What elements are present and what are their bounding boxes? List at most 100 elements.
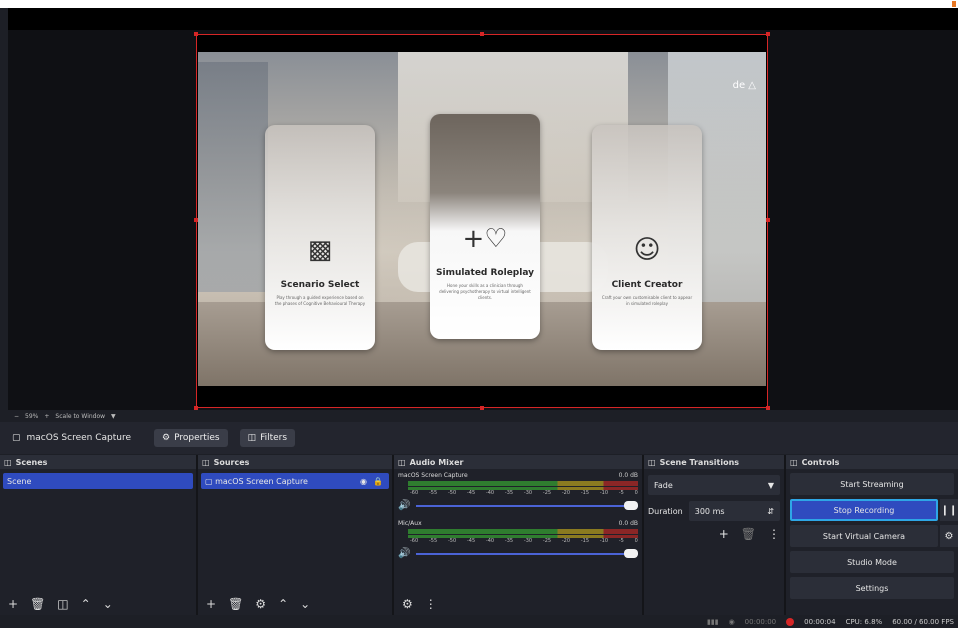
mixer-channel: Mic/Aux 0.0 dB -60 -55 -50 -45 -40 -35 -30 -25 -2… [398, 520, 638, 559]
stepper-icon[interactable]: ⇵ [767, 507, 774, 516]
app-mark [952, 1, 956, 7]
scenes-dock: ◫ Scenes Scene + 🗑 ◫ ⌃ ⌄ [0, 455, 196, 615]
dock-title[interactable]: ◫ Scenes [0, 455, 196, 469]
chevron-down-icon: ▼ [767, 480, 774, 490]
mixer-toolbar: ⚙ ⋮ [394, 593, 642, 615]
pause-icon: ❙❙ [940, 504, 958, 516]
gear-icon: ⚙ [944, 530, 954, 542]
studio-mode-button[interactable]: Studio Mode [790, 551, 954, 573]
sources-dock: ◫ Sources ▢ macOS Screen Capture ◉ 🔒 + 🗑 ⚙… [198, 455, 392, 615]
card-desc: Craft your own customisable client to ap… [601, 295, 693, 306]
preview-canvas[interactable]: de △ ▩ Scenario Select Play through a gu… [196, 34, 768, 408]
dock-icon: ◫ [648, 457, 656, 467]
fps-readout: 60.00 / 60.00 FPS [892, 617, 954, 626]
volume-slider[interactable] [416, 548, 638, 558]
start-streaming-button[interactable]: Start Streaming [790, 473, 954, 495]
dock-icon: ◫ [202, 457, 210, 467]
scene-item[interactable]: Scene [3, 473, 193, 489]
dock-title[interactable]: ◫ Controls [786, 455, 958, 469]
cpu-usage: CPU: 6.8% [845, 617, 883, 626]
stream-time: 00:00:00 [744, 617, 777, 626]
trash-icon[interactable]: 🗑 [30, 597, 45, 611]
selected-source: ▢ macOS Screen Capture [12, 433, 131, 443]
dock-icon: ◫ [398, 457, 406, 467]
resize-handle[interactable] [480, 32, 484, 36]
chevron-down-icon[interactable]: ⌄ [300, 597, 310, 611]
trash-icon[interactable]: 🗑 [741, 527, 756, 541]
controls-dock: ◫ Controls Start Streaming Stop Recording… [786, 455, 958, 615]
virtual-camera-settings-button[interactable]: ⚙ [940, 525, 958, 547]
client-icon: ☺ [633, 235, 661, 265]
dock-title[interactable]: ◫ Sources [198, 455, 392, 469]
add-icon[interactable]: + [8, 597, 18, 611]
eye-icon[interactable]: ◉ [360, 477, 367, 486]
slider-handle[interactable] [624, 548, 638, 558]
duration-row: Duration 300 ms ⇵ [644, 501, 784, 521]
signal-icon: ▮▮▮ [707, 617, 719, 626]
resize-handle[interactable] [194, 32, 198, 36]
record-icon [786, 617, 795, 626]
volume-slider[interactable] [416, 500, 638, 510]
lock-icon[interactable]: 🔒 [373, 477, 383, 486]
zoom-out-button[interactable]: − [14, 413, 19, 420]
settings-button[interactable]: Settings [790, 577, 954, 599]
corner-logo: de △ [732, 80, 756, 91]
resize-handle[interactable] [766, 218, 770, 222]
mixer-channel: macOS Screen Capture 0.0 dB -60 -55 -50 -45-… [398, 472, 638, 511]
scenario-icon: ▩ [307, 235, 333, 265]
card-client-creator: ☺ Client Creator Craft your own customis… [592, 125, 702, 350]
chevron-up-icon[interactable]: ⌃ [81, 597, 91, 611]
scene-transitions-dock: ◫ Scene Transitions Fade ▼ Duration 300 ms… [644, 455, 784, 615]
scenes-toolbar: + 🗑 ◫ ⌃ ⌄ [0, 593, 196, 615]
add-icon[interactable]: + [206, 597, 216, 611]
preview-area[interactable]: de △ ▩ Scenario Select Play through a gu… [8, 8, 958, 410]
chevron-down-icon[interactable]: ⌄ [103, 597, 113, 611]
source-item[interactable]: ▢ macOS Screen Capture ◉ 🔒 [201, 473, 389, 489]
filter-icon[interactable]: ◫ [57, 597, 68, 611]
duration-input[interactable]: 300 ms ⇵ [688, 501, 780, 521]
gear-icon[interactable]: ⚙ [402, 597, 413, 611]
volume-meter [408, 481, 638, 486]
transition-select[interactable]: Fade ▼ [648, 475, 780, 495]
dock-icon: ◫ [790, 457, 798, 467]
resize-handle[interactable] [766, 32, 770, 36]
gear-icon: ⚙ [162, 433, 171, 443]
stream-icon: ◉ [728, 617, 735, 626]
menu-dots-icon[interactable]: ⋮ [768, 527, 780, 541]
resize-handle[interactable] [194, 218, 198, 222]
pause-recording-button[interactable]: ❙❙ [940, 499, 958, 521]
source-toolbar: ▢ macOS Screen Capture ⚙ Properties ◫ Filt… [0, 422, 958, 454]
filters-button[interactable]: ◫ Filters [239, 429, 296, 447]
volume-meter [408, 529, 638, 534]
properties-button[interactable]: ⚙ Properties [154, 429, 228, 447]
card-title: Scenario Select [280, 280, 360, 290]
card-simulated-roleplay: +♡ Simulated Roleplay Hone your skills a… [430, 114, 540, 339]
transition-toolbar: + 🗑 ⋮ [644, 527, 784, 541]
gear-icon[interactable]: ⚙ [255, 597, 266, 611]
dock-area: ◫ Scenes Scene + 🗑 ◫ ⌃ ⌄ ◫ Sources ▢ macOS… [0, 455, 958, 615]
slider-handle[interactable] [624, 500, 638, 510]
speaker-icon[interactable]: 🔊 [398, 500, 410, 511]
chevron-down-icon[interactable]: ▼ [111, 413, 116, 420]
preview-top-strip [8, 8, 958, 30]
zoom-mode[interactable]: Scale to Window [55, 413, 105, 420]
card-title: Client Creator [611, 280, 683, 290]
chevron-up-icon[interactable]: ⌃ [278, 597, 288, 611]
speaker-icon[interactable]: 🔊 [398, 548, 410, 559]
zoom-in-button[interactable]: + [44, 413, 49, 420]
trash-icon[interactable]: 🗑 [228, 597, 243, 611]
meter-scale: -60 -55 -50 -45 -40 -35 -30 -25 -20 -15 -10 -5 0 [410, 490, 638, 496]
zoom-bar: − 59% + Scale to Window ▼ [8, 410, 958, 422]
dock-title[interactable]: ◫ Audio Mixer [394, 455, 642, 469]
sources-toolbar: + 🗑 ⚙ ⌃ ⌄ [198, 593, 392, 615]
dock-title[interactable]: ◫ Scene Transitions [644, 455, 784, 469]
menu-dots-icon[interactable]: ⋮ [425, 597, 437, 611]
card-desc: Hone your skills as a clinician through … [439, 283, 531, 300]
card-desc: Play through a guided experience based o… [274, 295, 366, 306]
monitor-icon: ▢ [12, 433, 21, 443]
stop-recording-button[interactable]: Stop Recording [790, 499, 938, 521]
add-icon[interactable]: + [719, 527, 729, 541]
start-virtual-camera-button[interactable]: Start Virtual Camera [790, 525, 938, 547]
audio-mixer-dock: ◫ Audio Mixer macOS Screen Capture 0.0 dB … [394, 455, 642, 615]
card-title: Simulated Roleplay [436, 268, 534, 278]
